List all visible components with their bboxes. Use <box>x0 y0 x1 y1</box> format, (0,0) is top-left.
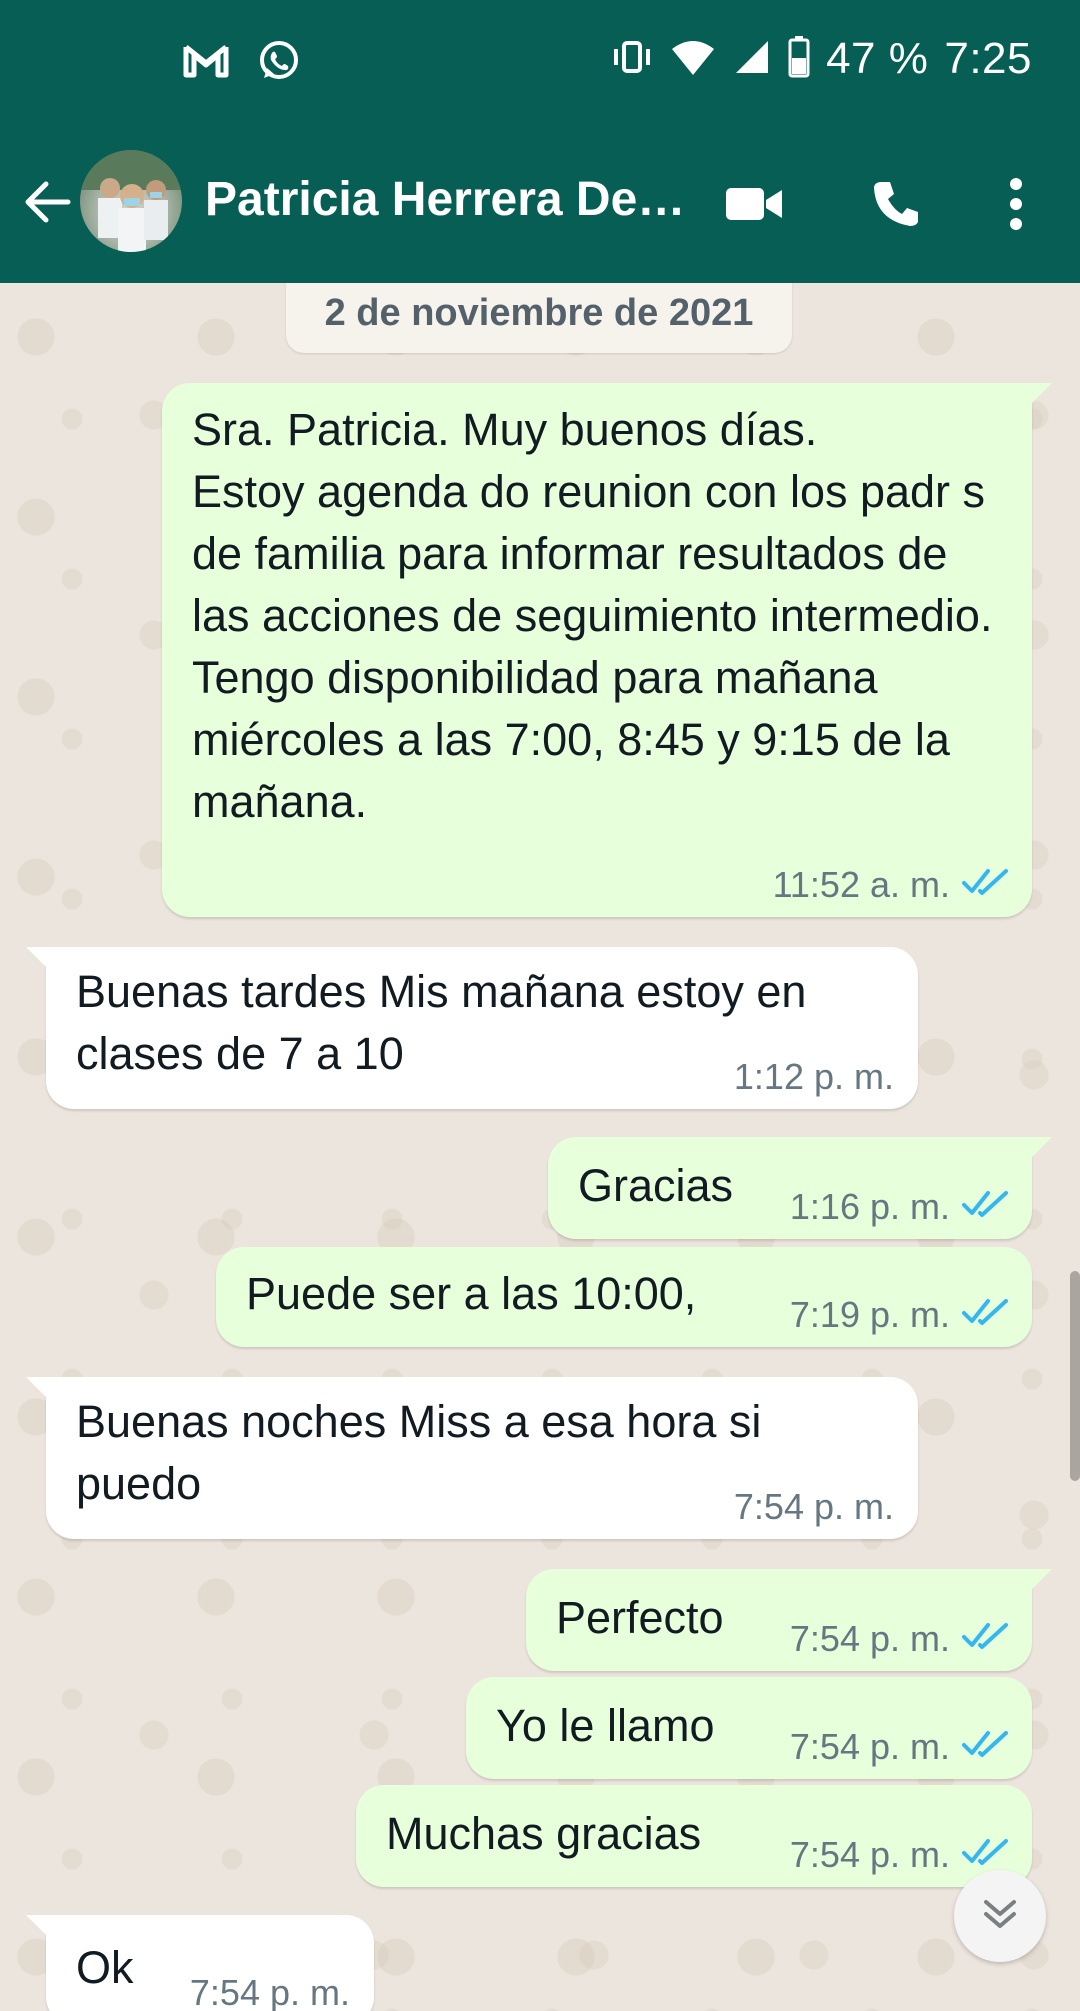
message-bubble-outgoing[interactable]: Sra. Patricia. Muy buenos días. Estoy ag… <box>162 383 1052 917</box>
battery-icon <box>788 35 810 83</box>
read-ticks-icon <box>962 1619 1008 1659</box>
message-meta: 1:12 p. m. <box>734 1057 894 1097</box>
double-chevron-down-icon <box>980 1894 1020 1939</box>
message-time: 7:54 p. m. <box>733 1486 894 1527</box>
vibrate-icon <box>610 37 654 82</box>
message-bubble-outgoing[interactable]: Yo le llamo 7:54 p. m. <box>466 1677 1032 1779</box>
chat-area[interactable]: 2 de noviembre de 2021 Sra. Patricia. Mu… <box>0 283 1080 2011</box>
phone-icon[interactable] <box>864 172 928 236</box>
more-vertical-icon[interactable] <box>984 172 1048 236</box>
read-ticks-icon <box>962 865 1008 905</box>
message-meta: 1:16 p. m. <box>790 1187 1008 1227</box>
whatsapp-icon <box>256 38 302 89</box>
message-time: 7:54 p. m. <box>789 1618 950 1659</box>
date-separator: 2 de noviembre de 2021 <box>286 283 792 353</box>
message-meta: 11:52 a. m. <box>773 865 1008 905</box>
message-bubble-incoming[interactable]: Ok 7:54 p. m. <box>26 1915 374 2011</box>
message-meta: 7:54 p. m. <box>790 1727 1008 1767</box>
message-time: 7:54 p. m. <box>789 1726 950 1767</box>
message-time: 1:16 p. m. <box>789 1186 950 1227</box>
scrollbar[interactable] <box>1070 1271 1080 1481</box>
message-bubble-outgoing[interactable]: Puede ser a las 10:00, 7:19 p. m. <box>216 1247 1032 1347</box>
message-meta: 7:54 p. m. <box>790 1619 1008 1659</box>
message-bubble-outgoing[interactable]: Gracias 1:16 p. m. <box>548 1137 1052 1239</box>
read-ticks-icon <box>962 1835 1008 1875</box>
wifi-icon <box>670 37 716 82</box>
read-ticks-icon <box>962 1295 1008 1335</box>
avatar[interactable] <box>80 150 182 252</box>
back-arrow-icon[interactable] <box>20 174 76 230</box>
video-call-icon[interactable] <box>722 172 786 236</box>
message-time: 11:52 a. m. <box>772 864 950 905</box>
signal-icon <box>732 37 772 82</box>
app-bar: 47 % 7:25 Patricia Herrera De… <box>0 0 1080 283</box>
message-meta: 7:54 p. m. <box>790 1835 1008 1875</box>
message-meta: 7:54 p. m. <box>734 1487 894 1527</box>
clock: 7:25 <box>944 34 1032 83</box>
message-bubble-incoming[interactable]: Buenas tardes Mis mañana estoy en clases… <box>26 947 918 1109</box>
message-time: 1:12 p. m. <box>733 1056 894 1097</box>
contact-name[interactable]: Patricia Herrera De… <box>205 172 695 227</box>
message-time: 7:19 p. m. <box>789 1294 950 1335</box>
message-meta: 7:54 p. m. <box>190 1973 350 2011</box>
gmail-icon <box>182 41 230 86</box>
battery-percentage: 47 % <box>826 34 929 83</box>
chat-toolbar: Patricia Herrera De… <box>0 124 1080 283</box>
read-ticks-icon <box>962 1727 1008 1767</box>
message-bubble-outgoing[interactable]: Perfecto 7:54 p. m. <box>526 1569 1052 1671</box>
message-bubble-outgoing[interactable]: Muchas gracias 7:54 p. m. <box>356 1785 1032 1887</box>
scroll-to-bottom-button[interactable] <box>954 1870 1046 1962</box>
message-meta: 7:19 p. m. <box>790 1295 1008 1335</box>
message-bubble-incoming[interactable]: Buenas noches Miss a esa hora si puedo 7… <box>26 1377 918 1539</box>
message-time: 7:54 p. m. <box>789 1834 950 1875</box>
message-time: 7:54 p. m. <box>189 1972 350 2011</box>
status-bar: 47 % 7:25 <box>0 0 1080 124</box>
read-ticks-icon <box>962 1187 1008 1227</box>
message-text: Sra. Patricia. Muy buenos días. Estoy ag… <box>192 404 993 827</box>
